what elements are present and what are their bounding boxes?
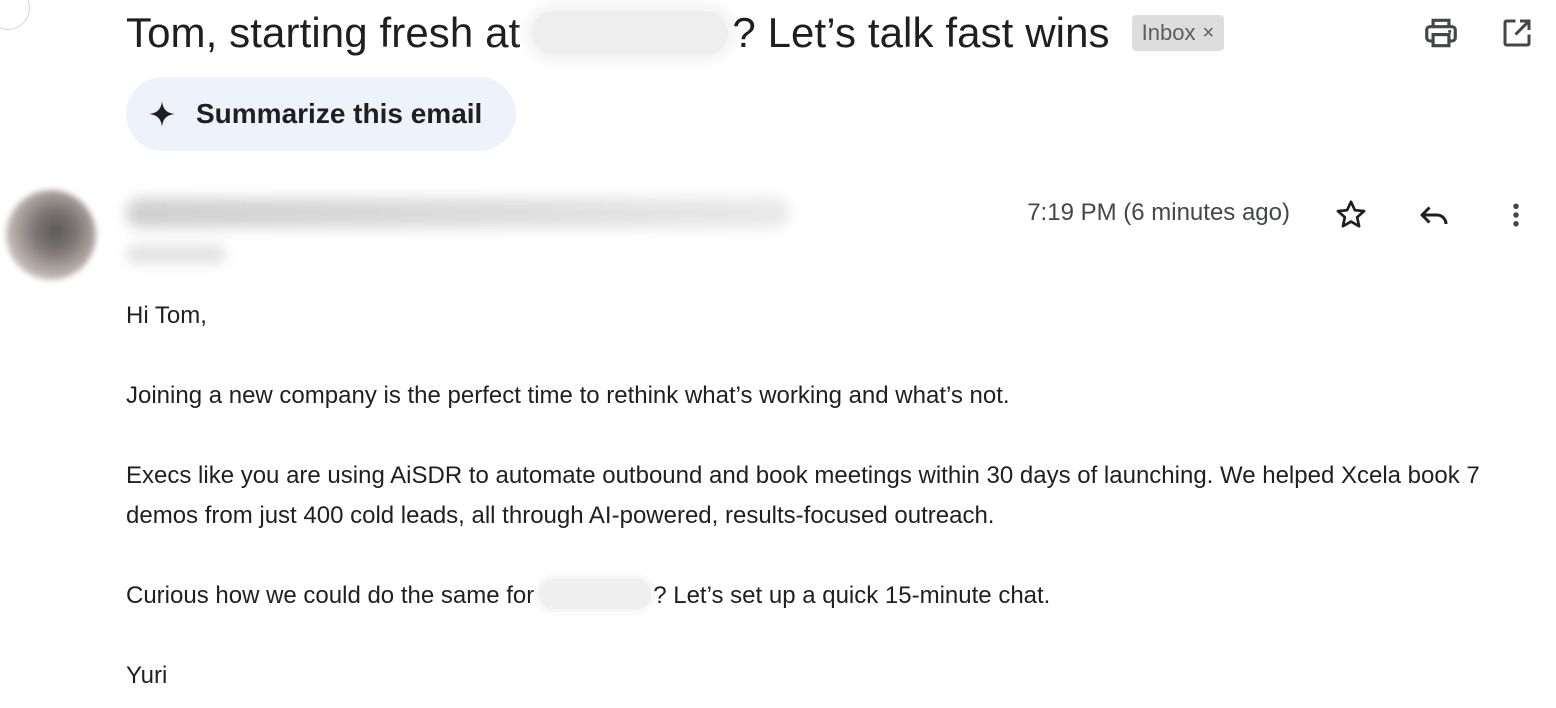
subject-row: Tom, starting fresh at ? Let’s talk fast… [126, 6, 1225, 60]
reply-icon [1420, 206, 1448, 225]
redacted-recipient-line [126, 244, 226, 264]
redacted-sender-name [126, 198, 790, 228]
print-button[interactable] [1420, 14, 1462, 52]
star-button[interactable] [1330, 196, 1372, 234]
body-paragraph-2: Execs like you are using AiSDR to automa… [126, 462, 1480, 529]
remove-label-icon[interactable]: × [1202, 22, 1214, 45]
redacted-company-inline [539, 579, 652, 609]
body-greeting: Hi Tom, [126, 302, 207, 329]
more-options-button[interactable] [1497, 196, 1535, 234]
email-body: Hi Tom, Joining a new company is the per… [126, 296, 1526, 696]
sender-avatar[interactable] [6, 190, 96, 280]
body-paragraph-3: Curious how we could do the same for ? Le… [126, 576, 1526, 616]
body-signature: Yuri [126, 662, 168, 689]
summarize-email-label: Summarize this email [196, 98, 483, 129]
sparkle-icon [149, 101, 175, 127]
email-subject-part1: Tom, starting fresh at [126, 9, 521, 56]
email-subject-part2: ? Let’s talk fast wins [732, 9, 1110, 56]
email-view: Tom, starting fresh at ? Let’s talk fast… [0, 0, 1556, 708]
open-in-new-window-button[interactable] [1496, 14, 1538, 52]
message-timestamp: 7:19 PM (6 minutes ago) [1027, 199, 1290, 226]
more-vertical-icon [1513, 203, 1519, 227]
summarize-email-button[interactable]: Summarize this email [126, 77, 516, 151]
inbox-label-chip[interactable]: Inbox × [1131, 15, 1225, 51]
redacted-company-name [532, 11, 729, 55]
body-paragraph-1: Joining a new company is the perfect tim… [126, 382, 1010, 409]
inbox-label-text: Inbox [1141, 20, 1196, 45]
corner-mark [0, 0, 30, 30]
star-icon [1336, 200, 1366, 228]
print-icon [1425, 18, 1457, 48]
open-in-new-window-icon [1503, 19, 1531, 47]
body-paragraph-3-end: ? Let’s set up a quick 15-minute chat. [653, 582, 1051, 609]
body-paragraph-3-start: Curious how we could do the same for [126, 582, 535, 609]
reply-button[interactable] [1413, 196, 1455, 234]
